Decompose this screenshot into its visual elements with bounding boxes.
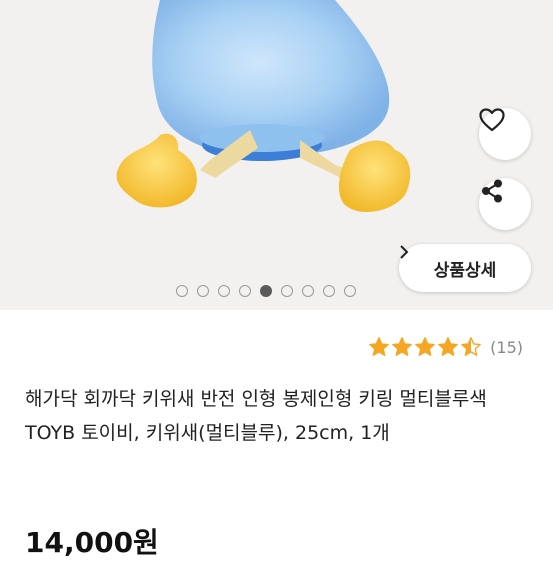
review-count[interactable]: (15) — [490, 338, 523, 357]
pagination-dot[interactable] — [176, 285, 188, 297]
image-pagination — [176, 284, 356, 298]
pagination-dot[interactable] — [239, 285, 251, 297]
pagination-dot[interactable] — [323, 285, 335, 297]
product-detail-label: 상품상세 — [433, 260, 497, 281]
product-detail-button[interactable]: 상품상세 — [399, 244, 531, 292]
product-title: 해가닥 회까닥 키위새 반전 인형 봉제인형 키링 멀티블루색 TOYB 토이비… — [25, 388, 487, 444]
star-icon — [369, 337, 390, 356]
star-icon — [415, 337, 436, 356]
like-button[interactable] — [479, 108, 531, 160]
star-icon — [461, 337, 482, 356]
pagination-dot[interactable] — [281, 285, 293, 297]
pagination-dot[interactable] — [197, 285, 209, 297]
pagination-dot[interactable] — [302, 285, 314, 297]
rating[interactable]: (15) — [368, 336, 523, 358]
pagination-dot[interactable] — [218, 285, 230, 297]
star-icon — [438, 337, 459, 356]
pagination-dot[interactable] — [260, 285, 272, 297]
chevron-right-icon — [400, 245, 409, 259]
share-icon — [482, 179, 502, 203]
star-icon — [392, 337, 413, 356]
pagination-dot[interactable] — [344, 285, 356, 297]
product-image[interactable]: 상품상세 — [0, 0, 553, 310]
heart-icon — [479, 108, 505, 132]
share-button[interactable] — [479, 178, 531, 230]
product-price: 14,000원 — [25, 526, 159, 559]
